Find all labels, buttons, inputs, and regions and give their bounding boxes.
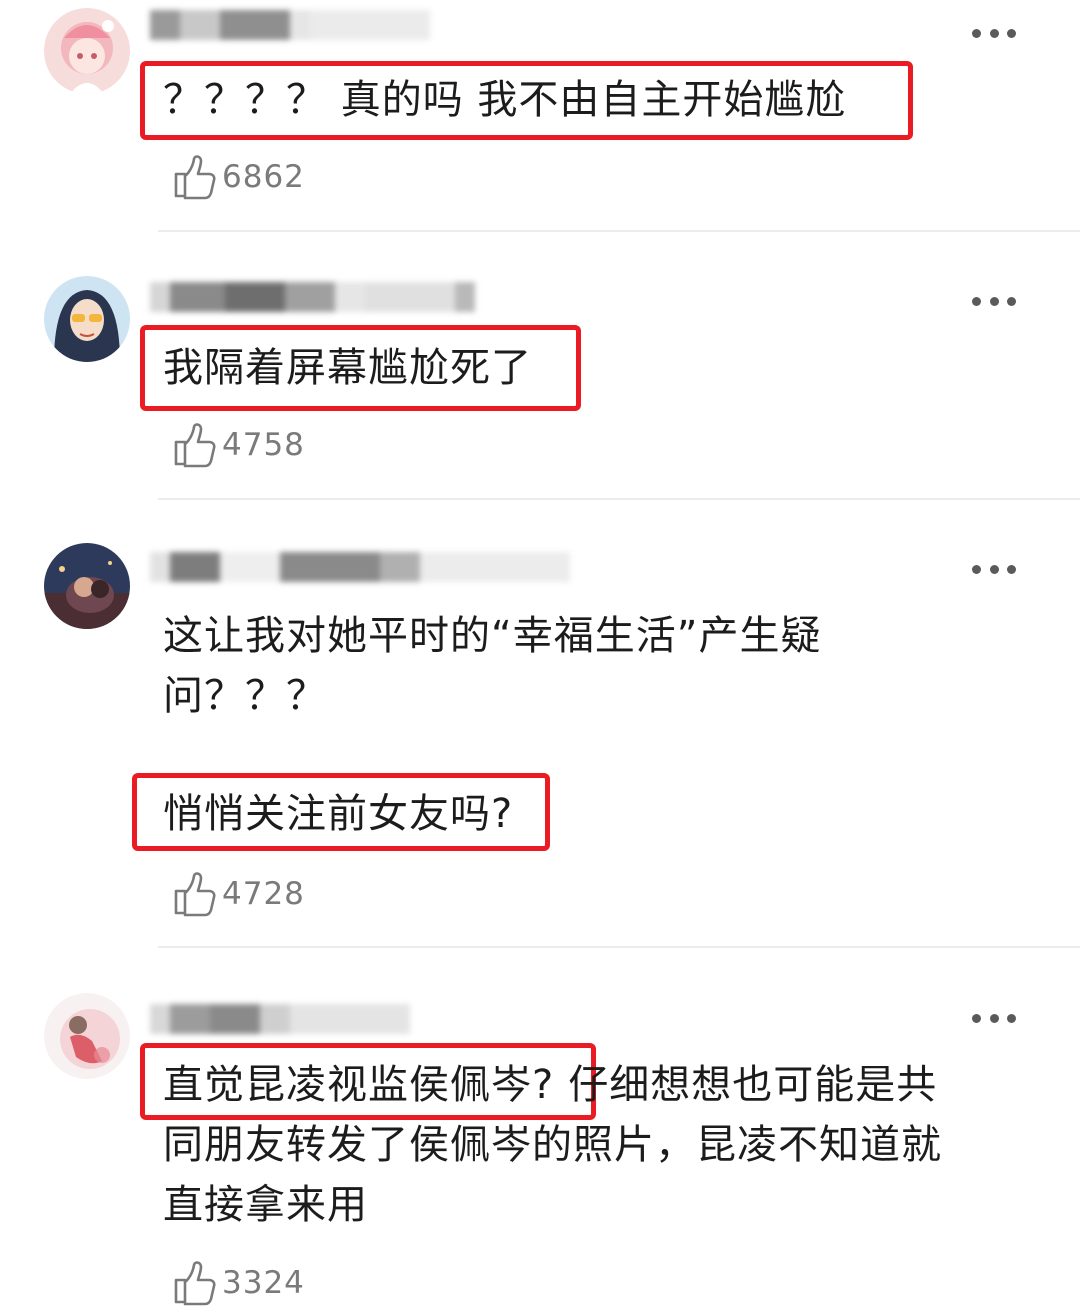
comment-text-line: 这让我对她平时的“幸福生活”产生疑 bbox=[163, 613, 822, 659]
avatar[interactable] bbox=[44, 993, 130, 1079]
like-button[interactable]: 6862 bbox=[172, 154, 305, 200]
more-options-button[interactable] bbox=[972, 1011, 1016, 1025]
like-button[interactable]: 3324 bbox=[172, 1260, 305, 1306]
divider bbox=[158, 498, 1080, 500]
like-button[interactable]: 4728 bbox=[172, 871, 305, 917]
thumbs-up-icon bbox=[172, 422, 216, 468]
comment-text-line: 悄悄关注前女友吗? bbox=[163, 791, 514, 837]
more-dots-icon bbox=[972, 1013, 981, 1023]
more-dots-icon bbox=[972, 28, 981, 38]
username-blurred[interactable] bbox=[150, 998, 410, 1040]
highlighted-text: 直觉昆凌视监侯佩岑? bbox=[163, 1062, 555, 1108]
like-button[interactable]: 4758 bbox=[172, 422, 305, 468]
comment-text-line: 直接拿来用 bbox=[163, 1182, 368, 1228]
username-blurred[interactable] bbox=[150, 546, 570, 588]
more-options-button[interactable] bbox=[972, 294, 1016, 308]
like-count: 4758 bbox=[222, 427, 305, 463]
like-count: 6862 bbox=[222, 159, 305, 195]
more-options-button[interactable] bbox=[972, 26, 1016, 40]
comment-text-line: 直觉昆凌视监侯佩岑? 仔细想想也可能是共 bbox=[163, 1055, 1013, 1115]
comment-text-line: 同朋友转发了侯佩岑的照片，昆凌不知道就 bbox=[163, 1122, 942, 1168]
like-count: 4728 bbox=[222, 876, 305, 912]
like-count: 3324 bbox=[222, 1265, 305, 1301]
more-dots-icon bbox=[972, 296, 981, 306]
divider bbox=[158, 230, 1080, 232]
avatar[interactable] bbox=[44, 276, 130, 362]
avatar[interactable] bbox=[44, 543, 130, 629]
comment-text: 我隔着屏幕尴尬死了 bbox=[163, 345, 532, 391]
more-dots-icon bbox=[972, 564, 981, 574]
thumbs-up-icon bbox=[172, 1260, 216, 1306]
avatar[interactable] bbox=[44, 8, 130, 94]
comment-text-rest: 仔细想想也可能是共 bbox=[568, 1062, 938, 1108]
comment-text: ？？？？ 真的吗 我不由自主开始尴尬 bbox=[163, 77, 847, 123]
username-blurred[interactable] bbox=[150, 4, 430, 46]
divider bbox=[158, 946, 1080, 948]
thumbs-up-icon bbox=[172, 154, 216, 200]
username-blurred[interactable] bbox=[150, 276, 475, 318]
thumbs-up-icon bbox=[172, 871, 216, 917]
more-options-button[interactable] bbox=[972, 562, 1016, 576]
comment-text-line: 问？？？ bbox=[163, 673, 327, 719]
